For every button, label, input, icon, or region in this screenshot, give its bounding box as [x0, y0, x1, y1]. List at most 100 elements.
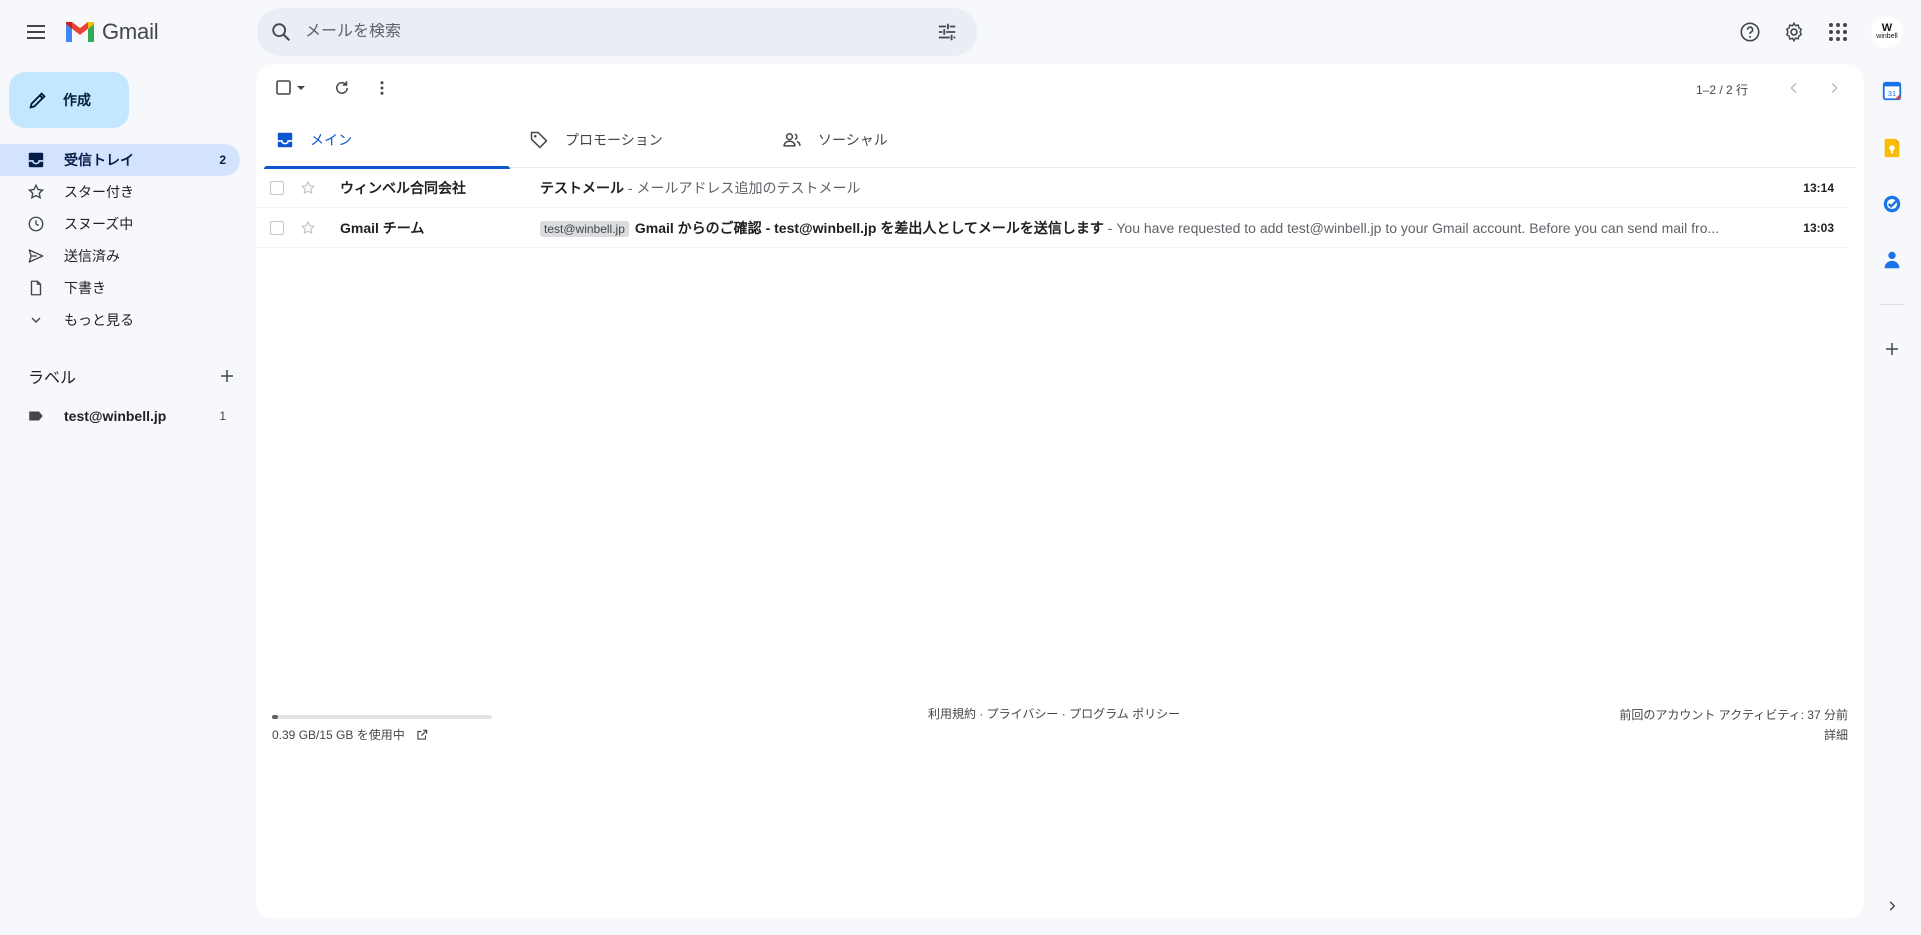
pagination-text: 1–2 / 2 行	[1696, 83, 1749, 97]
tasks-icon[interactable]	[1880, 192, 1904, 216]
sidebar-item-sent[interactable]: 送信済み	[0, 240, 240, 272]
row-checkbox[interactable]	[270, 180, 284, 195]
avatar-mark: W	[1881, 22, 1893, 34]
add-label-icon[interactable]	[218, 367, 236, 385]
calendar-day: 31	[1888, 89, 1896, 98]
email-content: test@winbell.jp Gmail からのご確認 - test@winbe…	[540, 218, 1788, 238]
contacts-icon[interactable]	[1880, 248, 1904, 272]
category-tabs: メイン プロモーション ソーシャル	[264, 112, 1856, 169]
sidebar-item-label: スター付き	[64, 184, 134, 200]
chevron-down-icon	[26, 310, 46, 330]
header: Gmail W winbell	[0, 0, 1921, 64]
sidebar-item-starred[interactable]: スター付き	[0, 176, 240, 208]
gmail-logo[interactable]: Gmail	[64, 18, 159, 46]
sidebar-item-label: スヌーズ中	[64, 216, 134, 232]
labels-header: ラベル	[28, 362, 236, 390]
list-toolbar: 1–2 / 2 行	[256, 64, 1864, 112]
search-bar[interactable]	[257, 8, 977, 56]
tag-icon	[529, 130, 549, 150]
search-options-icon[interactable]	[923, 8, 971, 56]
search-icon[interactable]	[257, 8, 305, 56]
main-menu-button[interactable]	[20, 16, 52, 48]
compose-label: 作成	[63, 92, 91, 108]
activity-details-link[interactable]: 詳細	[1619, 725, 1848, 745]
last-activity-text: 前回のアカウント アクティビティ: 37 分前	[1619, 708, 1848, 722]
tab-label: ソーシャル	[818, 132, 888, 148]
label-chip[interactable]: test@winbell.jp	[540, 220, 629, 237]
refresh-icon[interactable]	[326, 72, 358, 104]
hamburger-icon	[27, 25, 45, 39]
storage-usage-bar	[272, 715, 492, 719]
people-icon	[782, 130, 802, 150]
apps-grid-icon[interactable]	[1820, 14, 1856, 50]
star-icon[interactable]	[300, 180, 320, 196]
sidebar-item-inbox[interactable]: 受信トレイ 2	[0, 144, 240, 176]
sidebar-item-label: 受信トレイ	[64, 152, 134, 168]
more-vert-icon[interactable]	[366, 72, 398, 104]
email-subject: Gmail からのご確認 - test@winbell.jp を差出人としてメー…	[634, 219, 1104, 236]
compose-button[interactable]: 作成	[9, 72, 129, 128]
search-input[interactable]	[305, 23, 923, 41]
side-panel-divider	[1880, 304, 1904, 305]
sidebar-item-label: 送信済み	[64, 248, 120, 264]
email-snippet: - You have requested to add test@winbell…	[1103, 219, 1720, 236]
email-sender: ウィンベル合同会社	[340, 179, 466, 196]
keep-icon[interactable]	[1880, 136, 1904, 160]
email-snippet: - メールアドレス追加のテストメール	[624, 179, 861, 196]
next-page-icon[interactable]	[1818, 72, 1850, 104]
account-activity: 前回のアカウント アクティビティ: 37 分前 詳細	[1619, 705, 1848, 745]
tab-social[interactable]: ソーシャル	[770, 112, 1016, 168]
label-count: 1	[219, 409, 226, 423]
sidebar-item-label: もっと見る	[64, 312, 134, 328]
policy-links[interactable]: 利用規約 · プライバシー · プログラム ポリシー	[928, 705, 1180, 722]
expand-panel-chevron-icon[interactable]	[1880, 894, 1904, 918]
row-checkbox[interactable]	[270, 220, 284, 235]
label-tag-icon	[26, 406, 46, 426]
tab-primary[interactable]: メイン	[264, 112, 510, 169]
calendar-icon[interactable]: 31	[1880, 79, 1904, 103]
inbox-icon	[276, 131, 294, 149]
help-icon[interactable]	[1732, 14, 1768, 50]
label-name: test@winbell.jp	[64, 408, 167, 424]
tab-label: メイン	[310, 132, 352, 148]
email-row[interactable]: Gmail チーム test@winbell.jp Gmail からのご確認 - …	[256, 208, 1848, 248]
clock-icon	[26, 214, 46, 234]
gmail-m-icon	[66, 22, 94, 42]
email-sender: Gmail チーム	[340, 219, 425, 236]
sidebar-nav: 受信トレイ 2 スター付き スヌーズ中 送信済み 下書き もっと見る	[0, 144, 256, 336]
sidebar-item-drafts[interactable]: 下書き	[0, 272, 240, 304]
prev-page-icon[interactable]	[1778, 72, 1810, 104]
star-icon	[26, 182, 46, 202]
label-item[interactable]: test@winbell.jp 1	[0, 400, 240, 432]
storage-info: 0.39 GB/15 GB を使用中	[272, 726, 429, 743]
pencil-icon	[29, 92, 46, 109]
labels-title: ラベル	[28, 370, 77, 387]
open-in-new-icon[interactable]	[415, 728, 429, 742]
email-row[interactable]: ウィンベル合同会社 テストメール - メールアドレス追加のテストメール 13:1…	[256, 168, 1848, 208]
avatar-text: winbell	[1876, 33, 1898, 40]
brand-name: Gmail	[102, 19, 159, 44]
tab-label: プロモーション	[565, 132, 663, 148]
storage-usage-fill	[272, 715, 278, 719]
tab-promotions[interactable]: プロモーション	[517, 112, 763, 168]
inbox-icon	[26, 150, 46, 170]
email-list: ウィンベル合同会社 テストメール - メールアドレス追加のテストメール 13:1…	[256, 168, 1848, 248]
mail-list-panel: 1–2 / 2 行 メイン プロモーション ソーシャル ウィンベル合同会社 テス…	[256, 64, 1864, 918]
email-subject: テストメール	[540, 179, 624, 196]
unread-count: 2	[219, 153, 226, 167]
sidebar-item-more[interactable]: もっと見る	[0, 304, 240, 336]
side-panel: 31	[1864, 64, 1921, 935]
draft-icon	[26, 278, 46, 298]
email-time: 13:03	[1803, 220, 1834, 235]
settings-gear-icon[interactable]	[1776, 14, 1812, 50]
sidebar-item-snoozed[interactable]: スヌーズ中	[0, 208, 240, 240]
send-icon	[26, 246, 46, 266]
add-addon-icon[interactable]	[1880, 337, 1904, 361]
select-all-checkbox[interactable]	[272, 72, 312, 104]
email-time: 13:14	[1803, 180, 1834, 195]
storage-text: 0.39 GB/15 GB を使用中	[272, 728, 405, 742]
email-content: テストメール - メールアドレス追加のテストメール	[540, 178, 1788, 198]
star-icon[interactable]	[300, 220, 320, 236]
account-avatar[interactable]: W winbell	[1871, 16, 1903, 48]
sidebar-item-label: 下書き	[64, 280, 106, 296]
